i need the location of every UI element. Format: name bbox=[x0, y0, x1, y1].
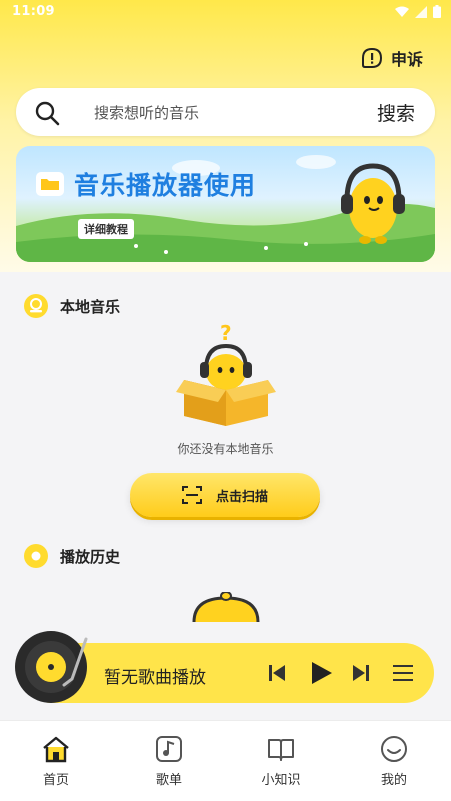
status-icons bbox=[395, 5, 441, 18]
play-button[interactable] bbox=[308, 660, 334, 689]
local-music-title: 本地音乐 bbox=[60, 297, 121, 316]
nav-label-mine: 我的 bbox=[380, 773, 407, 788]
home-icon bbox=[43, 736, 69, 763]
alert-icon bbox=[361, 47, 382, 68]
search-icon bbox=[35, 101, 60, 126]
nav-item-mine[interactable]: 我的 bbox=[354, 735, 434, 788]
skip-previous-icon bbox=[269, 665, 285, 681]
search-input[interactable] bbox=[92, 100, 346, 126]
skip-next-icon bbox=[353, 665, 369, 681]
history-icon bbox=[24, 544, 48, 568]
folder-icon bbox=[36, 172, 64, 196]
wifi-icon bbox=[395, 6, 409, 17]
history-title: 播放历史 bbox=[60, 547, 121, 566]
player-title: 暂无歌曲播放 bbox=[104, 668, 206, 688]
local-music-header: 本地音乐 bbox=[24, 294, 120, 318]
complaint-button[interactable]: 申诉 bbox=[361, 46, 423, 70]
mascot-headphones-illustration bbox=[341, 163, 405, 244]
play-icon bbox=[312, 662, 332, 684]
scan-label: 点击扫描 bbox=[215, 489, 268, 505]
banner-title: 音乐播放器使用 bbox=[74, 171, 257, 200]
book-icon bbox=[268, 739, 294, 761]
nav-item-knowledge[interactable]: 小知识 bbox=[241, 735, 321, 788]
nav-label-knowledge: 小知识 bbox=[261, 773, 301, 788]
search-button[interactable]: 搜索 bbox=[377, 99, 415, 126]
previous-button[interactable] bbox=[266, 660, 288, 689]
smile-icon bbox=[381, 736, 407, 762]
bottom-nav: 首页 歌单 小知识 我的 bbox=[0, 720, 451, 801]
scan-button[interactable]: 点击扫描 bbox=[130, 473, 320, 517]
tutorial-banner[interactable]: 音乐播放器使用 详细教程 bbox=[16, 146, 435, 262]
scan-icon bbox=[181, 486, 202, 504]
svg-text:?: ? bbox=[220, 321, 232, 345]
banner-tag: 详细教程 bbox=[78, 219, 134, 239]
vinyl-disc-icon bbox=[15, 631, 88, 703]
nav-label-home: 首页 bbox=[42, 773, 69, 788]
playlist-button[interactable] bbox=[392, 660, 414, 689]
local-music-icon bbox=[24, 294, 48, 318]
empty-box-mascot-illustration: ? bbox=[176, 321, 276, 426]
empty-local-music-text: 你还没有本地音乐 bbox=[177, 442, 274, 456]
nav-label-playlist: 歌单 bbox=[155, 773, 182, 788]
music-note-icon bbox=[156, 736, 182, 762]
complaint-label: 申诉 bbox=[390, 50, 423, 69]
nav-item-home[interactable]: 首页 bbox=[16, 735, 96, 788]
next-button[interactable] bbox=[350, 660, 372, 689]
signal-icon bbox=[415, 5, 427, 18]
status-bar: 11:09 bbox=[0, 0, 451, 26]
search-bar: 搜索 bbox=[16, 88, 435, 136]
history-header: 播放历史 bbox=[24, 544, 120, 568]
nav-item-playlist[interactable]: 歌单 bbox=[129, 735, 209, 788]
battery-icon bbox=[433, 5, 441, 18]
playlist-icon bbox=[393, 665, 413, 681]
status-time: 11:09 bbox=[12, 4, 55, 19]
history-mascot-illustration bbox=[192, 592, 260, 622]
